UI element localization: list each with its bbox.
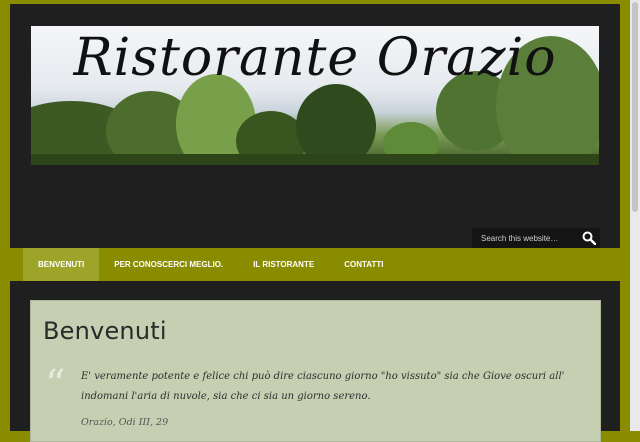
nav-item-benvenuti[interactable]: BENVENUTI <box>23 248 100 281</box>
nav-item-il-ristorante[interactable]: IL RISTORANTE <box>238 248 329 281</box>
vertical-scrollbar[interactable] <box>630 0 640 431</box>
page-wrapper: Ristorante Orazio BENVENUTI PER CONOSCER… <box>10 2 620 442</box>
blockquote-text: E' veramente potente e felice chi può di… <box>81 371 565 402</box>
quote-mark-icon: “ <box>45 362 66 408</box>
main-navigation: BENVENUTI PER CONOSCERCI MEGLIO. IL RIST… <box>10 248 620 281</box>
main-content: Benvenuti “ E' veramente potente e felic… <box>30 300 601 442</box>
site-title: Ristorante Orazio <box>73 28 557 88</box>
search-icon[interactable] <box>582 231 596 245</box>
nav-item-per-conoscerci-meglio[interactable]: PER CONOSCERCI MEGLIO. <box>99 248 238 281</box>
scrollbar-thumb[interactable] <box>632 2 638 212</box>
blockquote-cite: Orazio, Odi III, 29 <box>81 417 169 428</box>
page-title: Benvenuti <box>43 317 167 345</box>
header-banner[interactable]: Ristorante Orazio <box>31 26 599 165</box>
search-input[interactable] <box>472 232 583 244</box>
top-accent-bar <box>10 2 620 4</box>
search-form <box>472 228 600 248</box>
nav-item-contatti[interactable]: CONTATTI <box>329 248 398 281</box>
